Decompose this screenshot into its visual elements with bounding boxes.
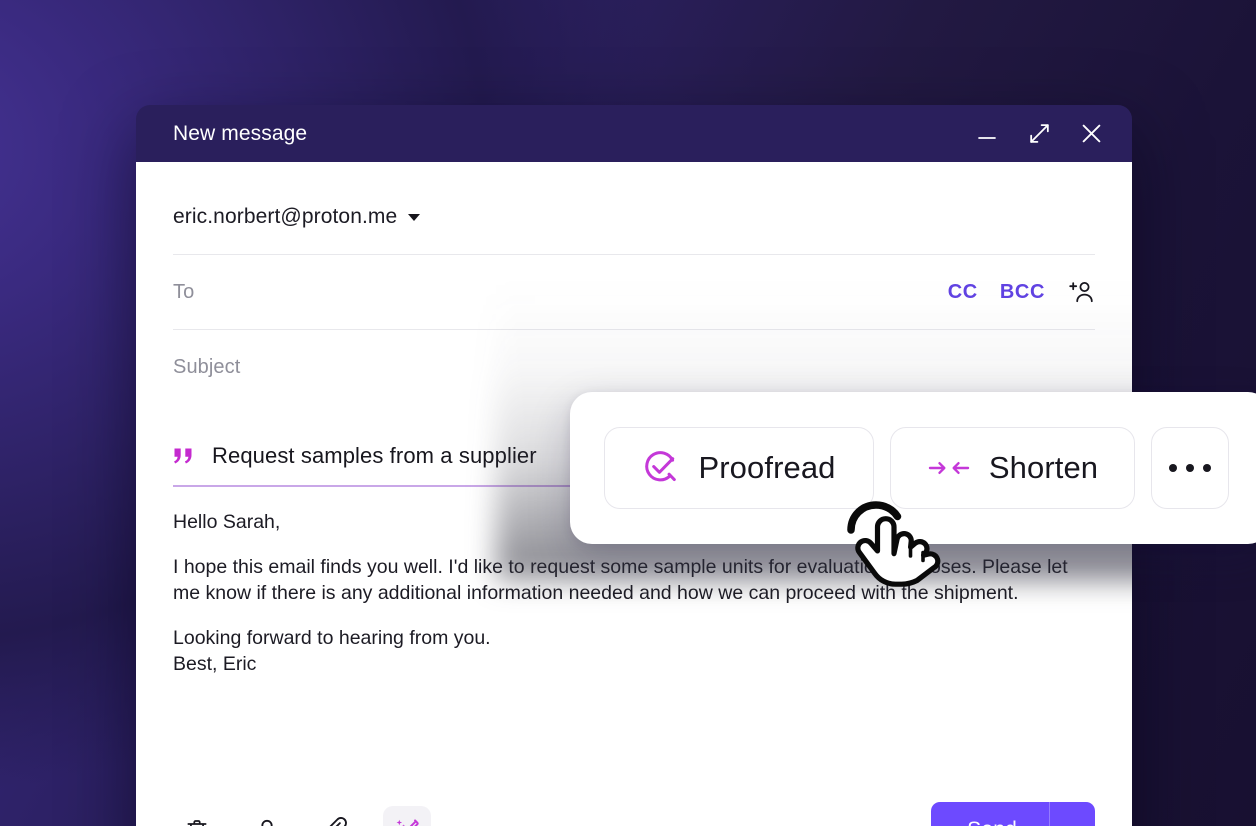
lock-icon	[261, 819, 273, 826]
quote-glyph	[174, 448, 192, 464]
compose-tool-icons	[173, 805, 501, 826]
screenshot-root: New message eric.norbert@proton.me To CC…	[0, 0, 1256, 826]
send-button[interactable]: Send	[931, 802, 1095, 826]
bcc-button[interactable]: BCC	[1000, 281, 1045, 304]
encryption-button[interactable]	[243, 806, 291, 826]
add-contact-icon	[1069, 282, 1093, 303]
ai-more-button[interactable]	[1151, 427, 1229, 509]
body-paragraph: I hope this email finds you well. I'd li…	[173, 556, 1068, 604]
ai-assistant-button[interactable]	[383, 805, 431, 826]
maximize-button[interactable]	[1024, 119, 1054, 149]
to-row: To CC BCC	[173, 255, 1095, 330]
ai-actions-panel: Proofread Shorten	[570, 392, 1256, 544]
add-contact-button[interactable]	[1067, 278, 1095, 306]
ellipsis-icon	[464, 817, 490, 826]
subject-input[interactable]: Subject	[173, 356, 240, 379]
minimize-button[interactable]	[972, 119, 1002, 149]
shorten-button[interactable]: Shorten	[890, 427, 1135, 509]
check-circle-icon	[645, 451, 677, 482]
from-row: eric.norbert@proton.me	[173, 162, 1095, 255]
minimize-icon	[978, 136, 996, 139]
delete-draft-button[interactable]	[173, 806, 221, 826]
ellipsis-icon	[1169, 464, 1211, 472]
proofread-button[interactable]: Proofread	[604, 427, 874, 509]
compose-titlebar: New message	[136, 105, 1132, 162]
compose-bottom-toolbar: Send	[173, 802, 1095, 826]
ai-prompt-text: Request samples from a supplier	[212, 443, 537, 468]
cc-button[interactable]: CC	[948, 281, 978, 304]
send-button-label: Send	[931, 802, 1049, 826]
chevron-down-icon	[408, 213, 421, 221]
close-button[interactable]	[1076, 119, 1106, 149]
to-row-actions: CC BCC	[948, 278, 1095, 306]
to-input[interactable]: To	[173, 281, 194, 304]
paperclip-icon	[329, 816, 347, 826]
from-address-selector[interactable]: eric.norbert@proton.me	[173, 205, 421, 229]
page-title: New message	[173, 121, 308, 145]
proofread-label: Proofread	[698, 450, 836, 485]
magic-wand-pencil-icon	[396, 818, 419, 826]
arrows-inward-icon	[928, 462, 970, 474]
close-icon	[1082, 124, 1100, 143]
trash-icon	[187, 819, 207, 826]
body-paragraph: Looking forward to hearing from you. Bes…	[173, 627, 491, 675]
shorten-label: Shorten	[988, 450, 1099, 485]
send-options-button[interactable]	[1050, 802, 1095, 826]
from-address-value: eric.norbert@proton.me	[173, 205, 398, 228]
more-options-button[interactable]	[453, 806, 501, 826]
attachment-button[interactable]	[313, 806, 361, 826]
expand-diagonal-icon	[1029, 124, 1049, 143]
window-controls	[972, 119, 1106, 149]
quote-icon	[173, 447, 195, 465]
